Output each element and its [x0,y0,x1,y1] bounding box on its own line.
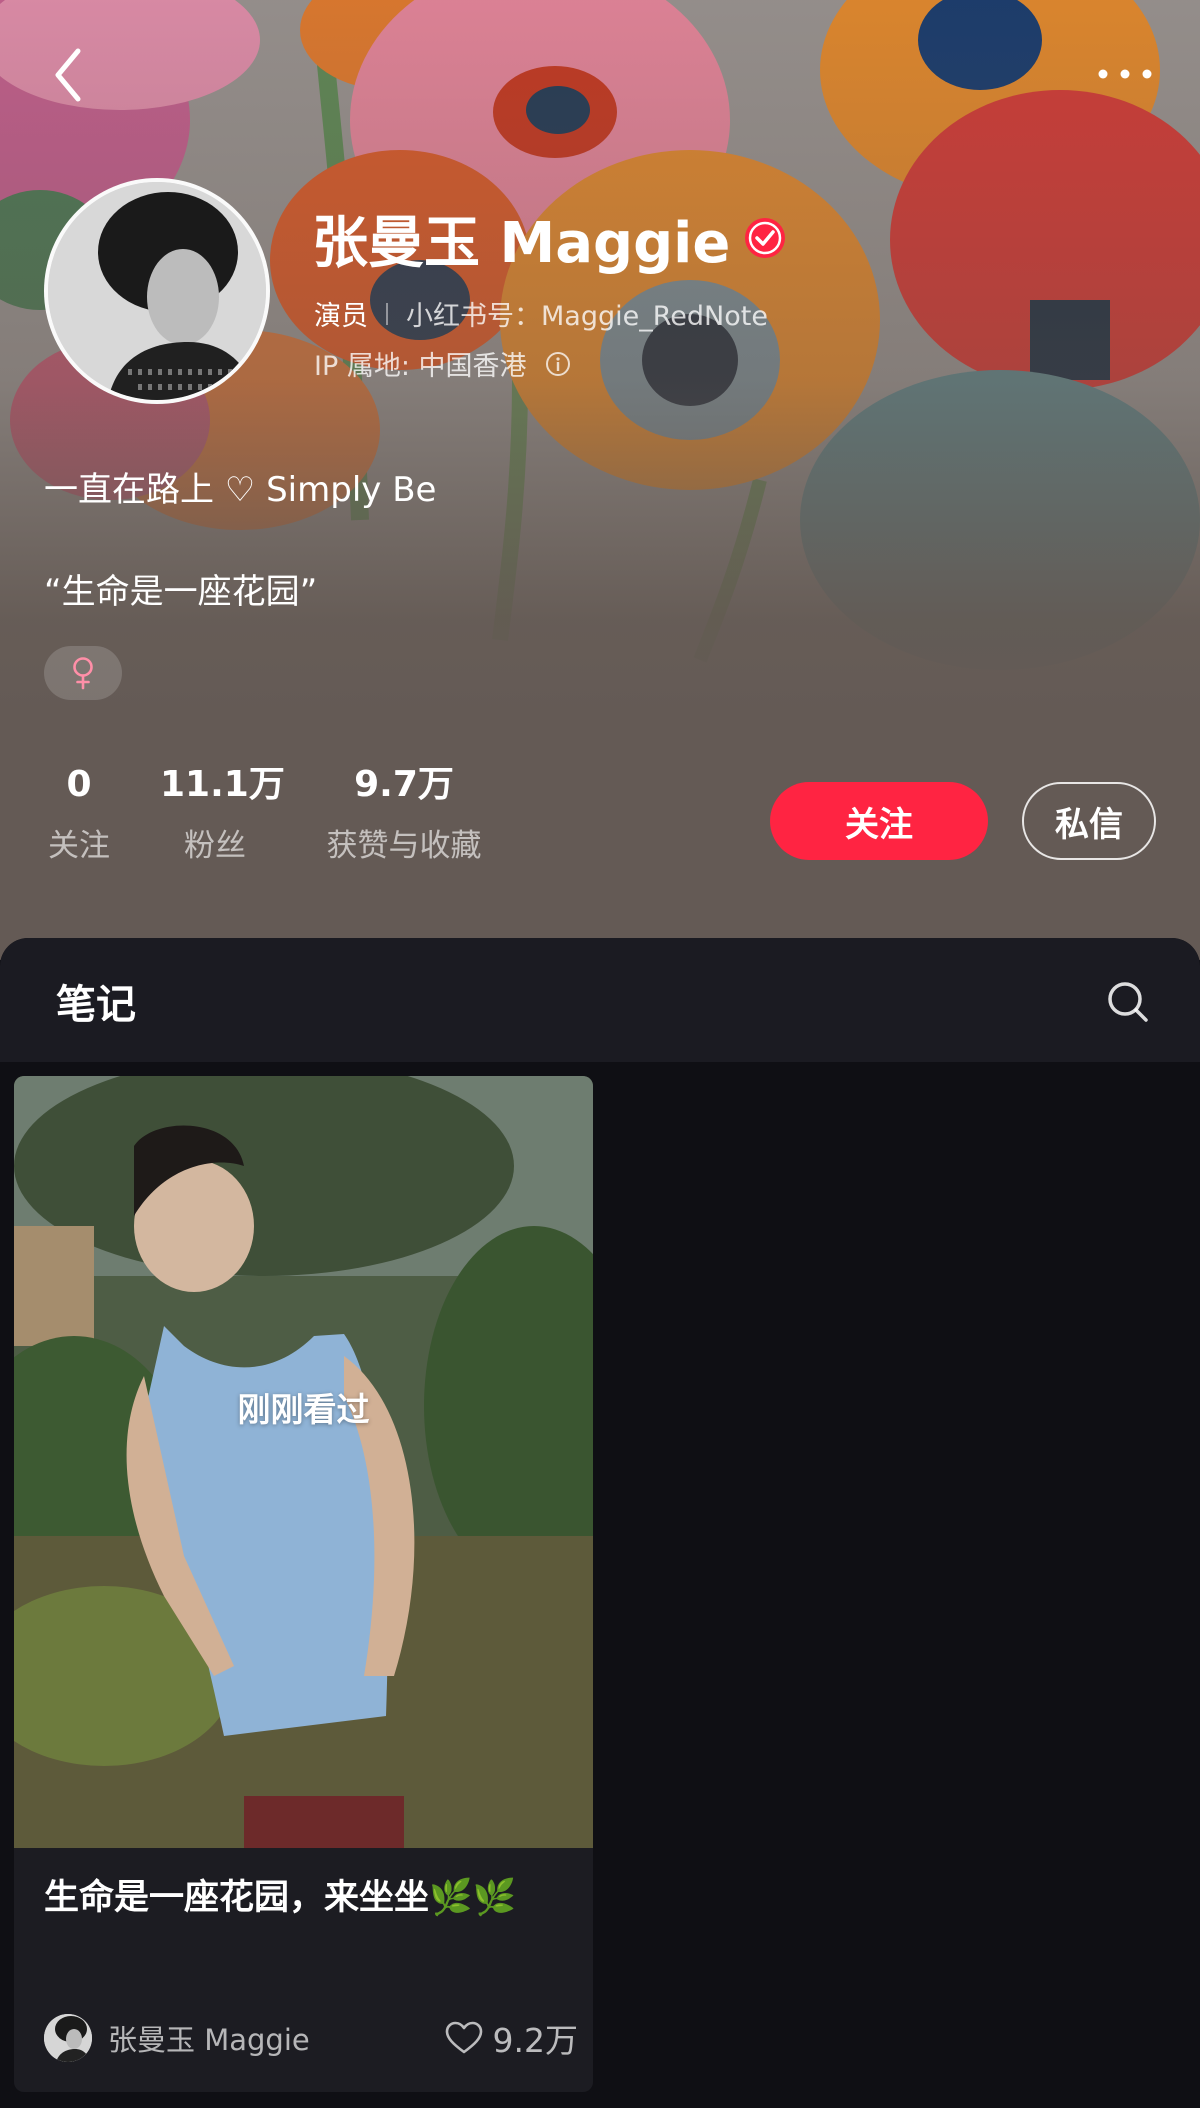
chevron-left-icon [55,48,81,102]
search-button[interactable] [1100,974,1156,1030]
note-title[interactable]: 生命是一座花园，来坐坐🌿🌿 [44,1872,564,1924]
gender-tag [44,646,122,700]
notes-panel: 笔记 刚刚看过 生命是一座花园，来坐坐🌿🌿 张曼玉 Maggie 9.2万 [0,938,1200,2108]
stat-fans[interactable]: 11.1万 粉丝 [160,760,285,866]
female-icon [73,657,93,690]
follow-button[interactable]: 关注 [770,782,988,860]
role-label: 演员 [314,301,368,332]
profile-page: 张曼玉 Maggie 演员 小红书号：Maggie_RedNote IP 属地:… [0,0,1200,2108]
tab-notes[interactable]: 笔记 [56,972,136,1030]
note-cover[interactable]: 刚刚看过 [14,1076,593,1848]
heart-icon [445,2021,482,2054]
profile-header: 张曼玉 Maggie 演员 小红书号：Maggie_RedNote IP 属地:… [0,0,1200,960]
like-button[interactable]: 9.2万 [445,2014,578,2062]
ip-location-row[interactable]: IP 属地: 中国香港 [314,344,571,383]
note-footer: 张曼玉 Maggie 9.2万 [44,2012,578,2064]
meta-row: 演员 小红书号：Maggie_RedNote [314,294,768,333]
message-button[interactable]: 私信 [1022,782,1156,860]
meta-divider [386,302,388,325]
recently-viewed-label: 刚刚看过 [237,1390,370,1429]
verified-check-icon [745,218,786,258]
fans-label: 粉丝 [184,828,246,864]
stat-likes[interactable]: 9.7万 获赞与收藏 [316,760,492,866]
info-icon[interactable] [545,351,571,377]
likes-count: 9.7万 [354,764,454,805]
following-count: 0 [66,764,92,805]
back-button[interactable] [40,40,96,110]
stat-following[interactable]: 0 关注 [44,760,114,866]
notes-header: 笔记 [0,938,1200,1062]
author-avatar[interactable] [44,2014,92,2062]
author-avatar-image [44,2014,92,2062]
author-name[interactable]: 张曼玉 Maggie [108,2017,310,2059]
more-dots-icon [1098,69,1152,79]
search-icon [1108,982,1148,1022]
like-count: 9.2万 [492,2021,578,2060]
bio-line-1: 一直在路上 ♡ Simply Be [44,470,437,510]
redbook-id[interactable]: 小红书号：Maggie_RedNote [406,294,768,333]
name-row: 张曼玉 Maggie [312,200,786,276]
avatar-image [48,182,266,400]
more-button[interactable] [1080,46,1170,102]
bio-line-2: “生命是一座花园” [44,572,318,612]
profile-name: 张曼玉 Maggie [312,210,731,276]
fans-count: 11.1万 [160,764,285,805]
ip-location: IP 属地: 中国香港 [314,351,527,382]
avatar[interactable] [44,178,270,404]
note-card[interactable]: 刚刚看过 生命是一座花园，来坐坐🌿🌿 张曼玉 Maggie 9.2万 [14,1076,593,2092]
following-label: 关注 [48,828,110,864]
likes-label: 获赞与收藏 [326,828,482,864]
